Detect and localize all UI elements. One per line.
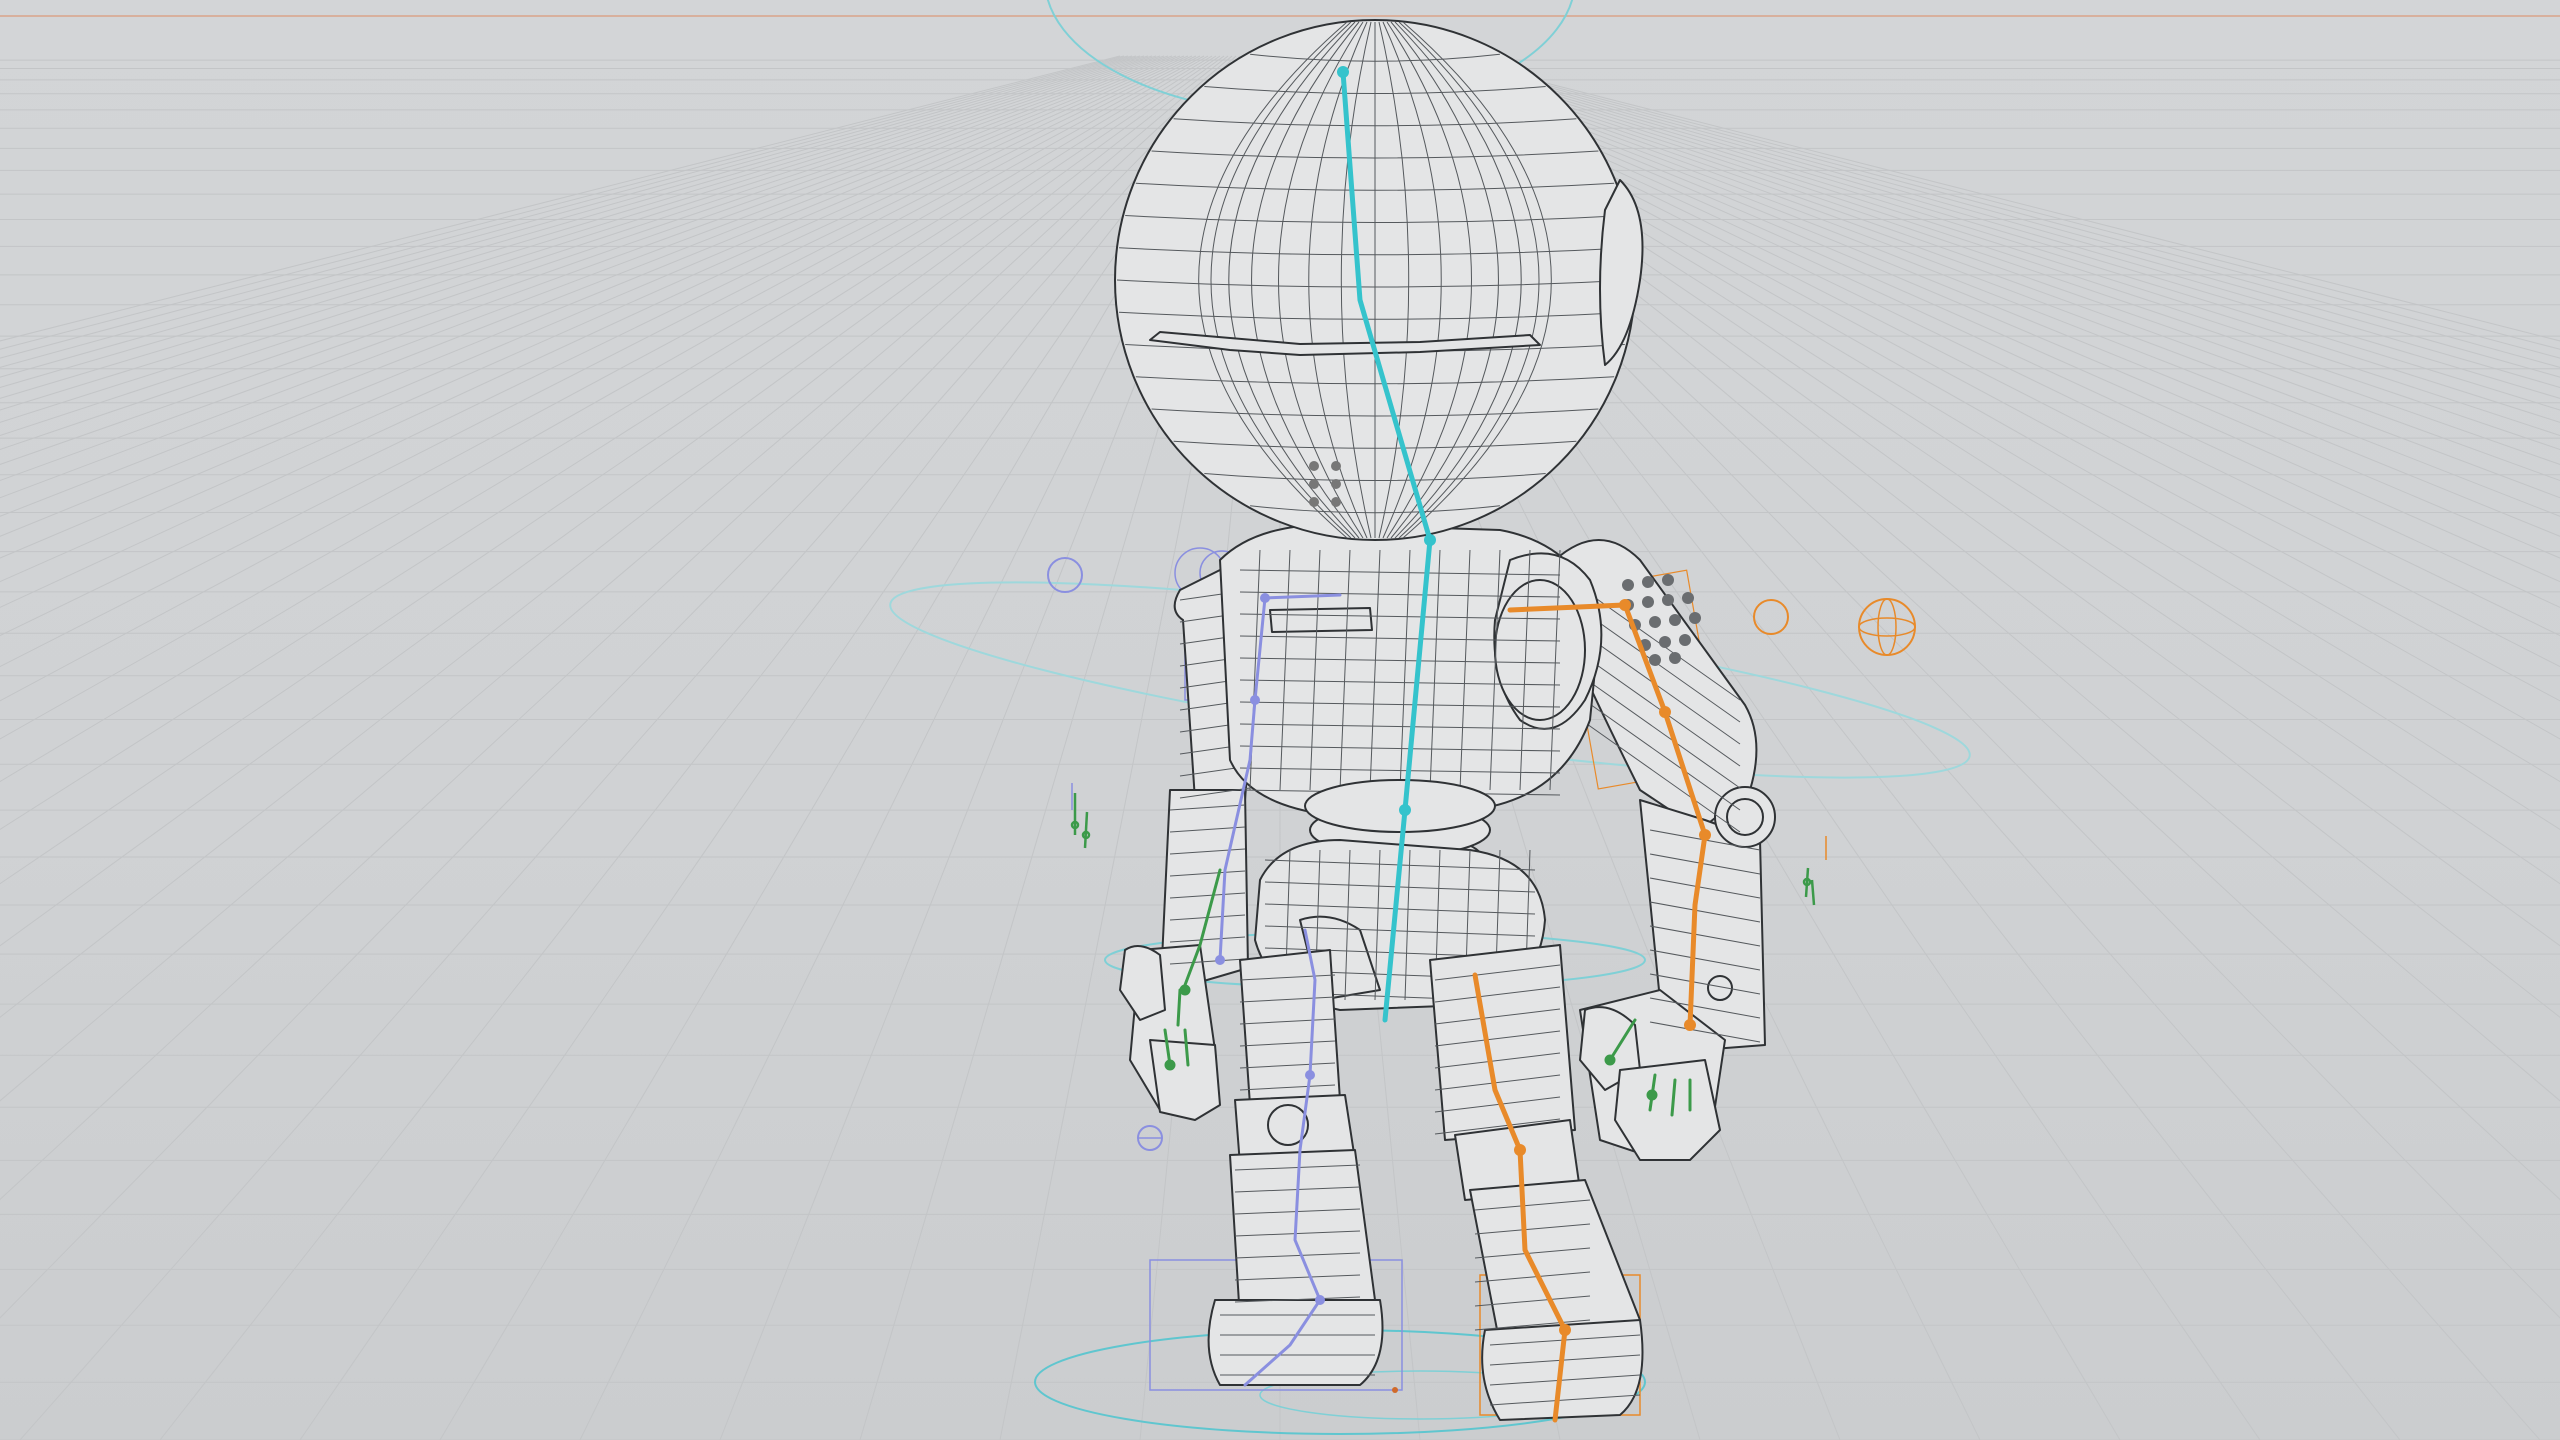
arm-l-gimbal-icon[interactable] xyxy=(1858,598,1916,656)
chest-joint[interactable] xyxy=(1399,804,1411,816)
elbow-r-joint[interactable] xyxy=(1250,695,1260,705)
wrist-r-joint[interactable] xyxy=(1215,955,1225,965)
ankle-l-joint[interactable] xyxy=(1559,1324,1571,1336)
leg-r-mesh[interactable] xyxy=(1207,949,1384,1386)
elbow-l-joint[interactable] xyxy=(1699,829,1711,841)
ik-handle-icon[interactable] xyxy=(1070,783,1091,849)
ankle-r-joint[interactable] xyxy=(1315,1295,1325,1305)
root-pivot-icon[interactable] xyxy=(1392,1387,1398,1393)
scene-canvas[interactable] xyxy=(0,0,2560,1440)
head-end-joint[interactable] xyxy=(1337,66,1349,78)
neck-joint[interactable] xyxy=(1424,534,1436,546)
robot-mesh[interactable] xyxy=(1114,19,1776,1421)
ik-handle-icon[interactable] xyxy=(1802,836,1827,906)
knee-r-joint[interactable] xyxy=(1305,1070,1315,1080)
hand-r-gimbal-icon[interactable] xyxy=(1137,1125,1163,1151)
upperarm-l-joint[interactable] xyxy=(1659,706,1671,718)
shoulder-l-control-icon[interactable] xyxy=(1753,599,1789,635)
wrist-l-joint[interactable] xyxy=(1684,1019,1696,1031)
shoulder-r-joint[interactable] xyxy=(1260,593,1270,603)
3d-viewport[interactable] xyxy=(0,0,2560,1440)
knee-l-joint[interactable] xyxy=(1514,1144,1526,1156)
shoulder-l-joint[interactable] xyxy=(1619,599,1631,611)
